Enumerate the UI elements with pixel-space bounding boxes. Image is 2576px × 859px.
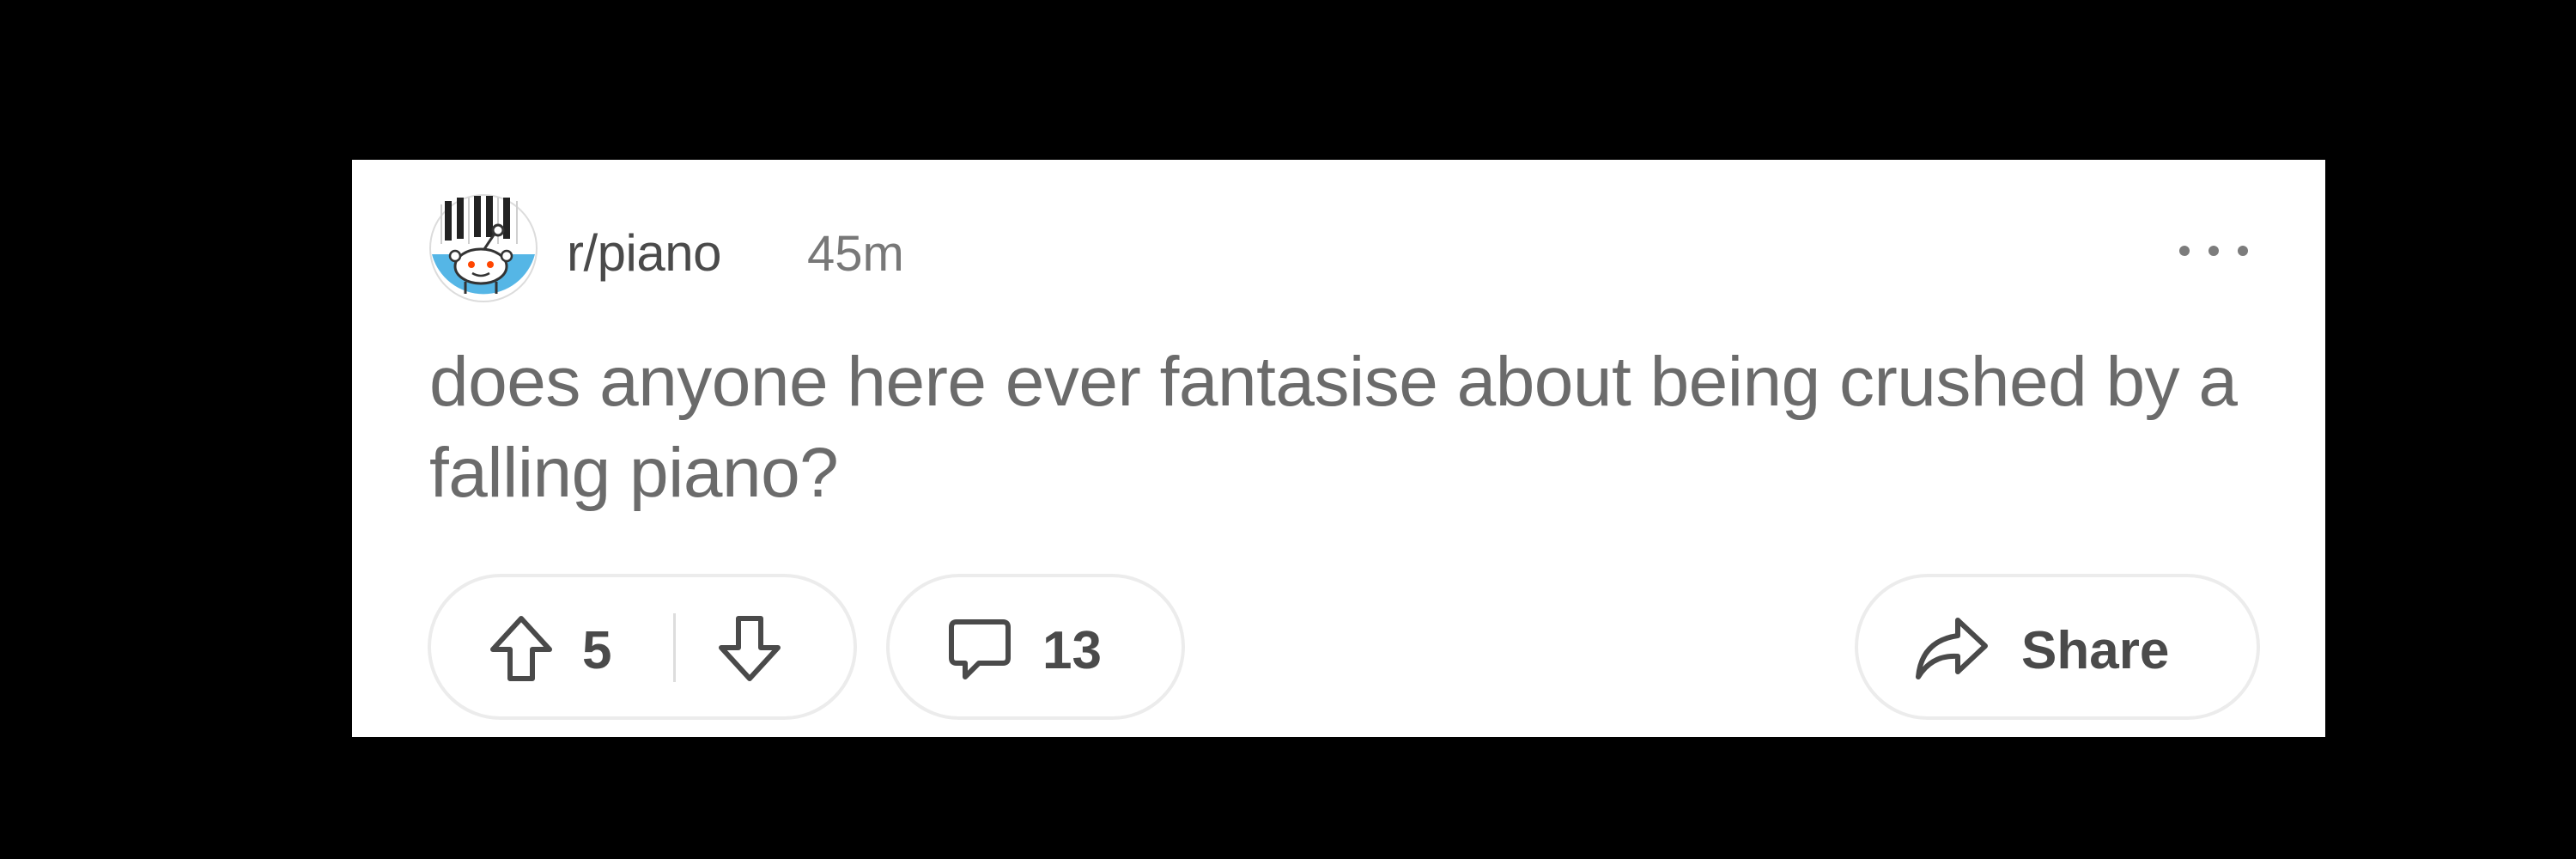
comment-count: 13 <box>1042 621 1102 680</box>
comment-bubble-icon <box>949 619 1011 679</box>
upvote-arrow-icon <box>490 616 552 681</box>
post-timestamp: 45m <box>807 226 904 282</box>
vote-bar: 5 <box>428 574 857 720</box>
snoo-piano-icon <box>429 194 538 302</box>
vote-divider <box>673 613 676 682</box>
post-card[interactable]: r/piano 45m does anyone here ever fantas… <box>352 160 2325 737</box>
comments-button[interactable]: 13 <box>886 574 1185 720</box>
downvote-arrow-icon <box>719 616 781 681</box>
more-dot-icon <box>2208 246 2219 256</box>
upvote-button[interactable] <box>484 612 558 685</box>
share-label: Share <box>2021 621 2170 680</box>
downvote-button[interactable] <box>713 612 787 685</box>
screenshot-stage: r/piano 45m does anyone here ever fantas… <box>0 0 2576 859</box>
post-title[interactable]: does anyone here ever fantasise about be… <box>429 337 2250 519</box>
subreddit-avatar[interactable] <box>428 192 539 304</box>
more-dot-icon <box>2179 246 2190 256</box>
share-arrow-icon <box>1916 618 1988 679</box>
more-options-button[interactable] <box>2179 241 2248 261</box>
vote-score: 5 <box>582 621 612 680</box>
comment-icon-wrap <box>943 612 1017 685</box>
share-button[interactable]: Share <box>1855 574 2260 720</box>
more-dot-icon <box>2238 246 2248 256</box>
subreddit-name[interactable]: r/piano <box>567 223 721 283</box>
share-icon-wrap <box>1911 612 1990 685</box>
